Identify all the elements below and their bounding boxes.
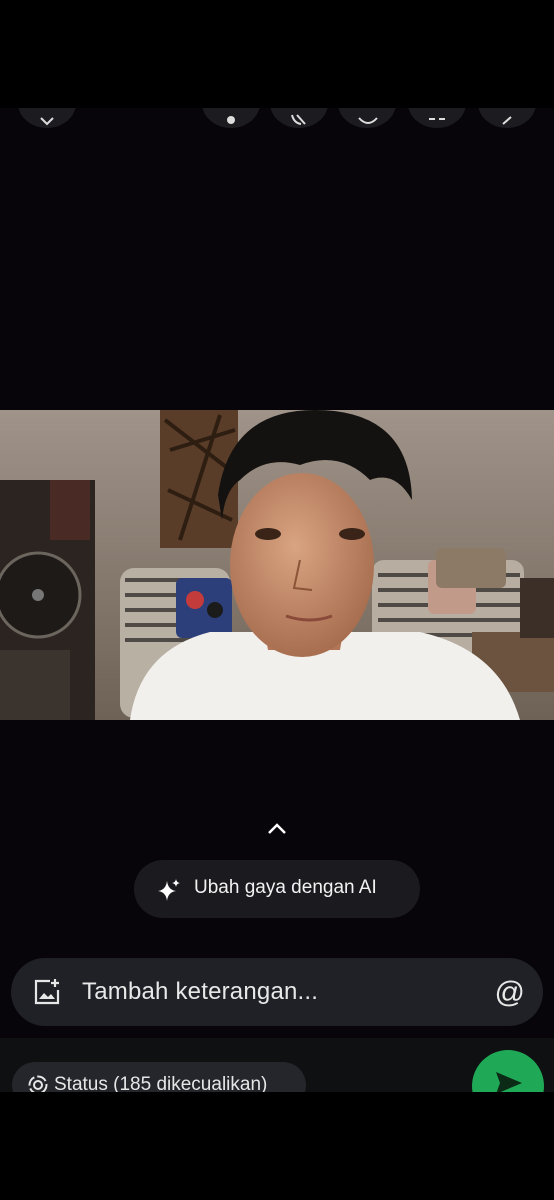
photo-illustration — [0, 410, 554, 720]
back-button[interactable] — [18, 108, 76, 128]
view-once-icon — [358, 117, 378, 124]
media-editor-screen: Ubah gaya dengan AI Tambah keterangan...… — [0, 108, 554, 1092]
back-icon — [40, 117, 54, 126]
pencil-button[interactable] — [478, 108, 536, 128]
text-button[interactable] — [408, 108, 466, 128]
top-letterbox — [0, 0, 554, 108]
status-audience-chip[interactable]: Status (185 dikecualikan) — [12, 1062, 306, 1092]
ai-style-label: Ubah gaya dengan AI — [194, 877, 377, 898]
caption-bar: Tambah keterangan... @ — [11, 958, 543, 1026]
music-icon — [227, 116, 235, 124]
add-image-icon[interactable] — [33, 978, 61, 1006]
text-icon — [429, 118, 445, 120]
send-icon — [496, 1072, 522, 1092]
bottom-letterbox — [0, 1092, 554, 1200]
crop-rotate-icon — [291, 114, 306, 125]
caption-input[interactable]: Tambah keterangan... — [82, 978, 318, 1006]
selfie-photo — [0, 410, 554, 720]
bottom-bar: Status (185 dikecualikan) — [0, 1038, 554, 1092]
crop-rotate-button[interactable] — [270, 108, 328, 128]
view-once-button[interactable] — [338, 108, 396, 128]
music-button[interactable] — [202, 108, 260, 128]
status-audience-label: Status (185 dikecualikan) — [54, 1074, 268, 1092]
chevron-up-icon[interactable] — [266, 822, 288, 836]
status-ring-icon — [28, 1075, 48, 1092]
pencil-icon — [502, 116, 512, 125]
ai-style-button[interactable]: Ubah gaya dengan AI — [134, 860, 420, 918]
sparkle-icon — [158, 879, 180, 901]
send-button[interactable] — [472, 1050, 544, 1092]
mention-button[interactable]: @ — [495, 976, 525, 1010]
